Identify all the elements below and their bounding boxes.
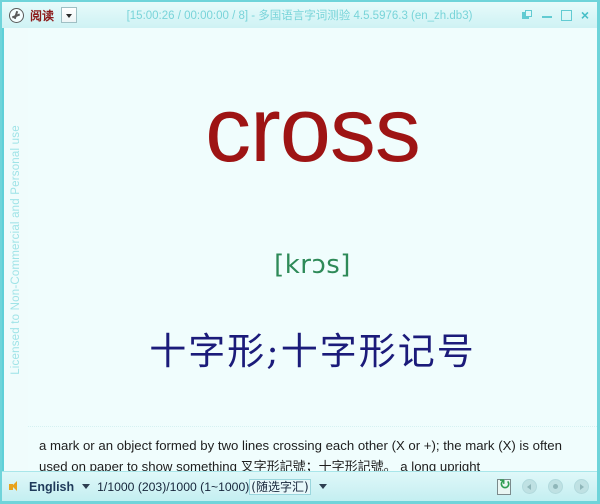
language-label[interactable]: English — [29, 480, 74, 494]
license-strip: Licensed to Non-Commercial and Personal … — [2, 28, 28, 471]
minimize-icon[interactable] — [541, 11, 552, 20]
window-title-appname: 多国语言字词测验 — [258, 8, 351, 22]
window-title: [15:00:26 / 00:00:00 / 8] - 多国语言字词测验 4.5… — [2, 7, 597, 23]
word-counter: 1/1000 (203)/1000 (1~1000) (随选字汇) — [97, 478, 311, 495]
application-window: 阅读 [15:00:26 / 00:00:00 / 8] - 多国语言字词测验 … — [0, 0, 600, 504]
status-bar: English 1/1000 (203)/1000 (1~1000) (随选字汇) — [2, 471, 597, 501]
maximize-icon[interactable] — [560, 9, 572, 21]
refresh-icon[interactable] — [497, 477, 511, 495]
content-area: cross [krɔs] 十字形;十字形记号 a mark or an obje… — [28, 28, 597, 471]
title-bar[interactable]: 阅读 [15:00:26 / 00:00:00 / 8] - 多国语言字词测验 … — [2, 2, 597, 29]
status-bar-controls — [497, 477, 589, 495]
previous-button[interactable] — [522, 479, 537, 494]
definition-pane[interactable]: a mark or an object formed by two lines … — [28, 427, 597, 471]
window-title-version: 4.5.5976.3 (en_zh.db3) — [350, 10, 473, 22]
reading-mode-label: 阅读 — [30, 8, 55, 23]
mode-dropdown-button[interactable] — [61, 7, 78, 23]
license-text: Licensed to Non-Commercial and Personal … — [10, 124, 22, 375]
word-scope-badge[interactable]: (随选字汇) — [249, 479, 311, 495]
stop-button[interactable] — [548, 479, 563, 494]
word-pane: cross [krɔs] 十字形;十字形记号 — [28, 28, 597, 424]
close-icon[interactable]: × — [581, 8, 589, 22]
next-button[interactable] — [574, 479, 589, 494]
word-counter-value: 1/1000 (203)/1000 (1~1000) — [97, 480, 250, 494]
window-title-time: [15:00:26 / 00:00:00 / 8] - — [126, 10, 259, 22]
headword: cross — [205, 79, 421, 181]
definition-chinese: 叉字形記號；十字形記號。 — [240, 460, 397, 471]
scope-dropdown-icon[interactable] — [318, 484, 327, 489]
definition-text: a mark or an object formed by two lines … — [39, 435, 588, 471]
always-on-top-icon[interactable] — [521, 9, 533, 21]
language-dropdown-icon[interactable] — [82, 484, 91, 489]
window-controls: × — [521, 8, 589, 22]
definition-english-part2: a long upright — [396, 459, 481, 471]
speaker-icon[interactable] — [9, 480, 23, 493]
clock-icon — [9, 7, 24, 23]
phonetic-transcription: [krɔs] — [274, 250, 351, 280]
translation-text: 十字形;十字形记号 — [149, 330, 476, 373]
